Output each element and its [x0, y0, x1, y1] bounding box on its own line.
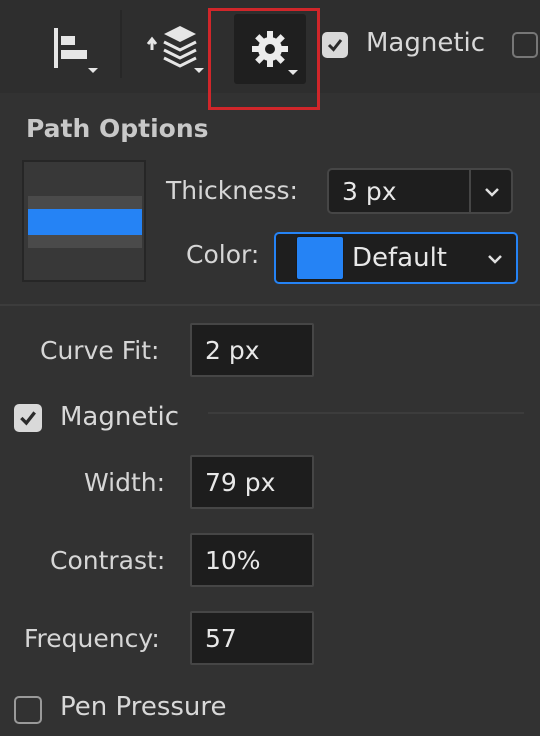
thickness-select[interactable]: 3 px — [327, 168, 513, 214]
chevron-down-icon[interactable] — [483, 185, 501, 199]
magnetic-group-line — [208, 412, 524, 414]
align-button[interactable] — [40, 20, 104, 78]
chevron-down-icon — [488, 255, 502, 264]
toolbar-divider — [120, 10, 122, 78]
pen-pressure-checkbox[interactable] — [14, 696, 42, 724]
color-value: Default — [352, 243, 447, 273]
pen-pressure-label: Pen Pressure — [60, 692, 227, 722]
width-input[interactable]: 79 px — [190, 455, 314, 509]
width-value: 79 px — [205, 467, 276, 497]
frequency-label: Frequency: — [24, 624, 160, 653]
frequency-value: 57 — [205, 623, 237, 653]
curve-fit-value: 2 px — [205, 335, 260, 365]
frequency-input[interactable]: 57 — [190, 611, 314, 665]
checkmark-icon — [20, 411, 36, 426]
section-divider — [0, 304, 540, 306]
color-label: Color: — [186, 240, 260, 269]
curve-fit-label: Curve Fit: — [40, 336, 160, 365]
dropdown-caret-icon — [194, 68, 204, 73]
width-label: Width: — [84, 468, 166, 497]
checkmark-icon — [327, 39, 343, 52]
contrast-input[interactable]: 10% — [190, 533, 314, 587]
color-swatch — [296, 236, 344, 280]
dropdown-caret-icon — [88, 68, 98, 73]
thickness-value: 3 px — [342, 176, 397, 206]
magnetic-checkbox[interactable] — [14, 404, 42, 432]
contrast-label: Contrast: — [50, 546, 166, 575]
color-select[interactable]: Default — [274, 232, 518, 284]
toolbar-magnetic-label: Magnetic — [366, 28, 486, 58]
thickness-label: Thickness: — [166, 176, 298, 205]
contrast-value: 10% — [205, 545, 261, 575]
align-left-icon — [54, 28, 87, 68]
toolbar-extra-checkbox[interactable] — [512, 32, 538, 58]
toolbar-magnetic-checkbox[interactable] — [322, 32, 348, 58]
curve-fit-input[interactable]: 2 px — [190, 323, 314, 377]
arrange-layers-button[interactable] — [138, 18, 210, 78]
path-preview — [22, 160, 146, 282]
selection-highlight — [208, 8, 320, 110]
path-options-title: Path Options — [26, 114, 209, 143]
path-preview-line — [28, 209, 142, 235]
magnetic-label: Magnetic — [60, 402, 180, 432]
thickness-dropdown-divider — [469, 170, 471, 212]
